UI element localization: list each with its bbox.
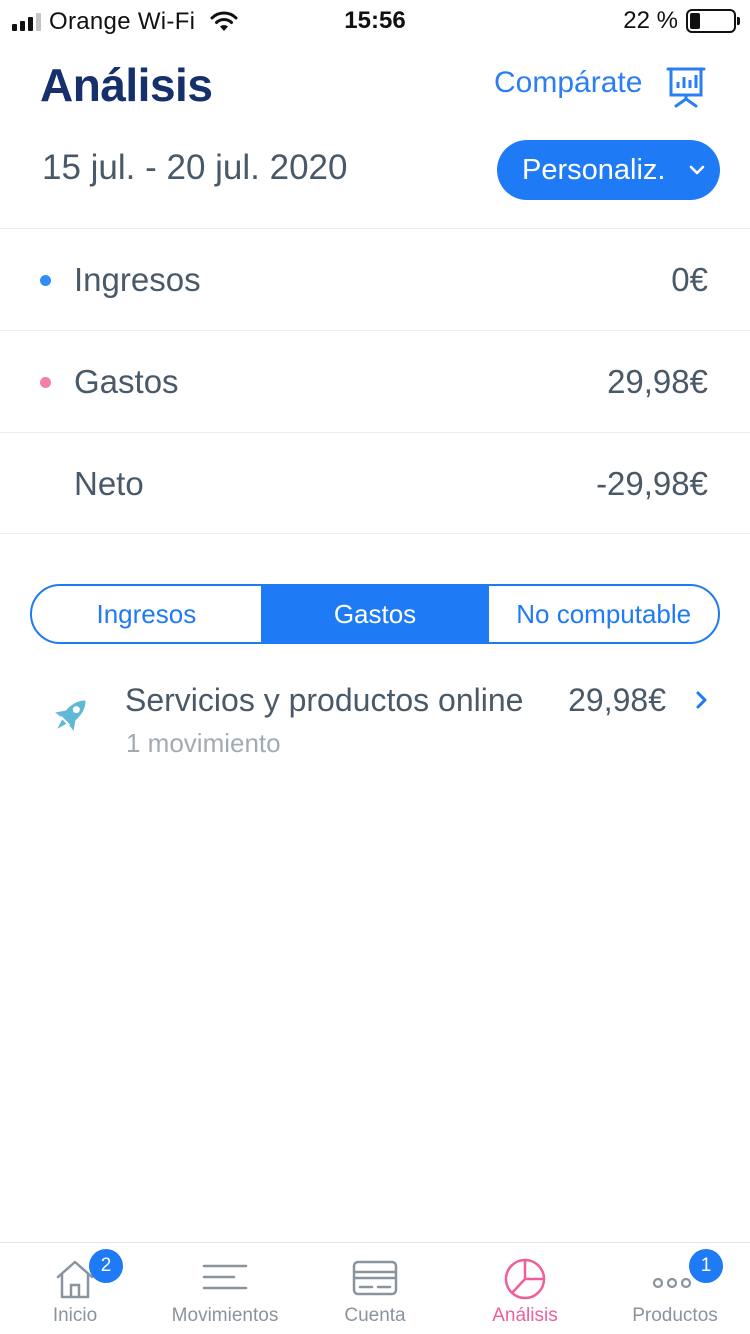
segment-no-computable[interactable]: No computable: [489, 586, 718, 642]
tab-label: Movimientos: [171, 1305, 279, 1326]
tab-inicio[interactable]: 2 Inicio: [0, 1243, 150, 1334]
tab-cuenta[interactable]: Cuenta: [300, 1243, 450, 1334]
notification-badge: 1: [689, 1249, 723, 1283]
card-icon: [352, 1260, 398, 1296]
tab-movimientos[interactable]: Movimientos: [150, 1243, 300, 1334]
chevron-right-icon: [696, 691, 707, 709]
page-title: Análisis: [40, 59, 213, 111]
presentation-chart-icon[interactable]: [664, 64, 708, 108]
segment-gastos[interactable]: Gastos: [260, 586, 490, 642]
tab-label: Productos: [632, 1305, 718, 1326]
tab-label: Cuenta: [344, 1305, 406, 1326]
category-amount: 29,98€: [568, 682, 666, 718]
status-bar: Orange Wi-Fi 15:56 22 %: [0, 0, 750, 40]
segment-ingresos[interactable]: Ingresos: [32, 586, 261, 642]
category-list-item[interactable]: Servicios y productos online 1 movimient…: [0, 670, 750, 770]
rocket-icon: [55, 700, 86, 731]
period-selector-label: Personaliz.: [522, 153, 666, 186]
tab-label: Análisis: [492, 1305, 558, 1326]
summary-value: 0€: [671, 261, 708, 298]
tab-label: Inicio: [52, 1305, 98, 1326]
period-selector-button[interactable]: Personaliz.: [497, 140, 720, 200]
type-segmented-control: Ingresos Gastos No computable: [30, 584, 720, 644]
notification-badge: 2: [89, 1249, 123, 1283]
summary-label: Neto: [74, 465, 144, 502]
chevron-down-icon: [689, 165, 705, 175]
summary-label: Gastos: [74, 363, 179, 400]
summary-value: 29,98€: [607, 363, 708, 400]
status-right: 22 %: [623, 7, 740, 35]
date-range: 15 jul. - 20 jul. 2020: [42, 148, 348, 187]
tab-analisis[interactable]: Análisis: [450, 1243, 600, 1334]
summary-row-gastos: Gastos 29,98€: [0, 330, 750, 432]
ingresos-dot: [40, 275, 51, 286]
summary-value: -29,98€: [596, 465, 708, 502]
summary-list: Ingresos 0€ Gastos 29,98€ Neto -29,98€: [0, 228, 750, 534]
tab-productos[interactable]: 1 Productos: [600, 1243, 750, 1334]
list-icon: [202, 1264, 248, 1290]
summary-row-neto: Neto -29,98€: [0, 432, 750, 534]
category-count: 1 movimiento: [126, 728, 281, 758]
summary-row-ingresos: Ingresos 0€: [0, 228, 750, 330]
gastos-dot: [40, 377, 51, 388]
battery-percent: 22 %: [623, 7, 678, 34]
category-name: Servicios y productos online: [125, 682, 524, 718]
pie-chart-icon: [504, 1258, 546, 1300]
summary-label: Ingresos: [74, 261, 201, 298]
battery-icon: [686, 9, 740, 33]
compare-link[interactable]: Compárate: [494, 66, 642, 100]
tab-bar: 2 Inicio Movimientos Cuenta Análisis 1 P…: [0, 1242, 750, 1334]
